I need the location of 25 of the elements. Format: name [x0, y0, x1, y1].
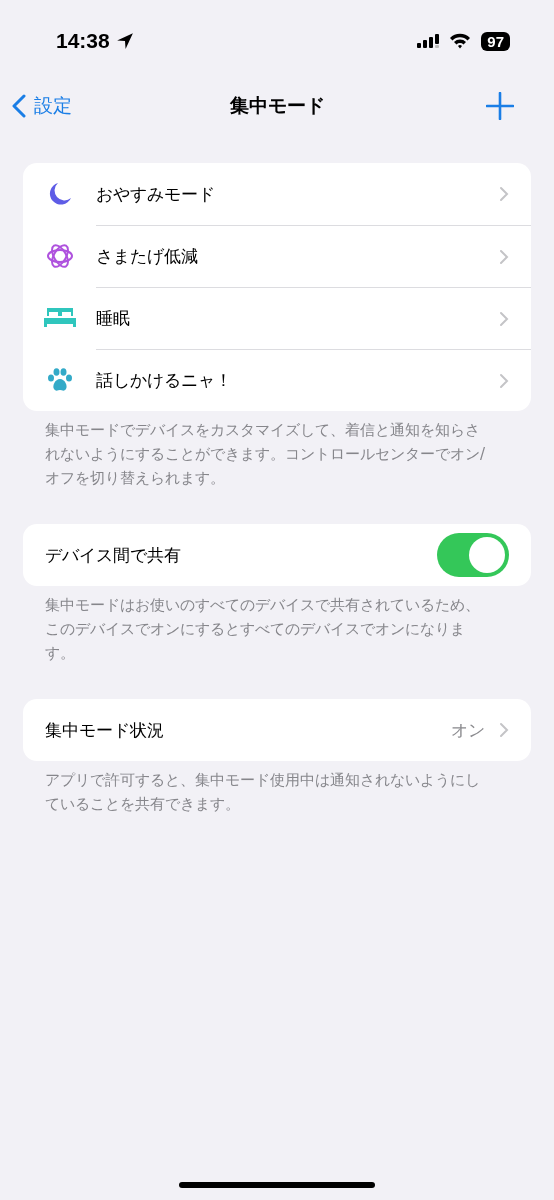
battery-level: 97 [481, 31, 510, 51]
section-footer: アプリで許可すると、集中モード使用中は通知されないようにしていることを共有できます。 [45, 768, 492, 816]
chevron-left-icon [12, 94, 26, 118]
chevron-icon [499, 722, 509, 738]
focus-mode-item[interactable]: おやすみモード [23, 163, 531, 225]
back-button[interactable]: 設定 [12, 93, 72, 119]
nav-title: 集中モード [229, 93, 325, 118]
chevron-icon [499, 248, 509, 265]
row-label: 集中モード状況 [45, 718, 165, 742]
focus-mode-item[interactable]: さまたげ低減 [23, 225, 531, 287]
add-icon[interactable] [486, 92, 514, 120]
chevron-icon [499, 372, 509, 389]
focus-mode-item[interactable]: 話しかけるニャ！ [23, 349, 531, 411]
chevron-icon [499, 186, 509, 202]
clock-time: 14:38 [56, 29, 110, 53]
row-label: デバイス間で共有 [45, 543, 182, 567]
section-footer: 集中モードでデバイスをカスタマイズして、着信と通知を知らされないようにすることができます。コントロールセンターでオン/オフを切り替えられます。 [45, 418, 492, 490]
status-row[interactable]: 集中モード状況 オン [23, 699, 531, 761]
section-footer: 集中モードはお使いのすべてのデバイスで共有されているため、このデバイスでオンにするとすべてのデバイスでオンになります。 [45, 593, 492, 665]
focus-mode-item[interactable]: 睡眠 [23, 287, 531, 349]
chevron-icon [499, 310, 509, 327]
location-arrow-icon [115, 32, 134, 50]
wifi-icon [449, 33, 472, 49]
toggle-switch[interactable] [437, 533, 509, 577]
row-value: オン [451, 718, 485, 742]
